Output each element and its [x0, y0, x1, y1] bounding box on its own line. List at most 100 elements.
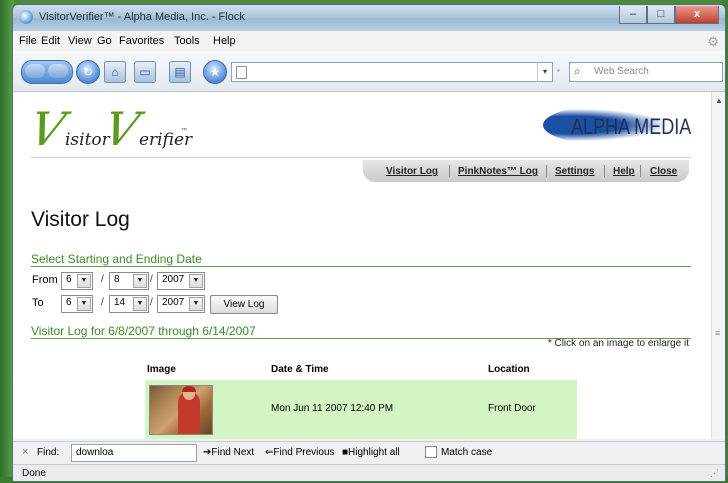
date-separator: / — [150, 274, 153, 285]
menu-edit[interactable]: Edit — [41, 35, 60, 47]
home-icon[interactable]: ⌂ — [104, 61, 126, 83]
find-bar: × Find: downloa ➔Find Next ⇐Find Previou… — [13, 441, 725, 464]
match-case-label: Match case — [441, 447, 493, 458]
to-day-select[interactable]: 14 ▼ — [109, 295, 149, 313]
column-header-datetime: Date & Time — [271, 364, 329, 375]
match-case-checkbox[interactable] — [425, 446, 437, 458]
log-section-title: Visitor Log for 6/8/2007 through 6/14/20… — [31, 324, 256, 338]
browser-window: VisitorVerifier™ - Alpha Media, Inc. - F… — [12, 4, 726, 482]
menu-view[interactable]: View — [68, 35, 92, 47]
vertical-scrollbar[interactable]: ▲ ≡ — [711, 92, 725, 439]
to-label: To — [32, 297, 44, 309]
address-bar[interactable]: ▾ — [231, 62, 553, 82]
menu-tools[interactable]: Tools — [174, 35, 200, 47]
to-month-value: 6 — [66, 297, 72, 308]
to-year-select[interactable]: 2007 ▼ — [157, 295, 205, 313]
menu-go[interactable]: Go — [97, 35, 112, 47]
find-input-value: downloa — [76, 447, 114, 458]
nav-close[interactable]: Close — [650, 166, 677, 177]
from-day-value: 8 — [114, 274, 120, 285]
chevron-down-icon: ▼ — [189, 274, 203, 288]
star-icon[interactable]: ★ — [203, 60, 227, 84]
nav-pinknotes-log[interactable]: PinkNotes™ Log — [458, 166, 538, 177]
to-month-select[interactable]: 6 ▼ — [61, 295, 93, 313]
menu-help[interactable]: Help — [213, 35, 236, 47]
menu-bar: File Edit View Go Favorites Tools Help ⚙ — [13, 31, 725, 51]
find-input[interactable]: downloa — [71, 444, 197, 462]
row-location: Front Door — [488, 403, 536, 414]
alpha-media-logo: ALPHA MEDIA — [543, 104, 703, 146]
gear-icon[interactable]: ⚙ — [707, 34, 719, 50]
view-log-button[interactable]: View Log — [210, 295, 278, 314]
nav-separator — [449, 165, 450, 177]
from-month-select[interactable]: 6 ▼ — [61, 272, 93, 290]
highlight-all-label: Highlight all — [348, 447, 400, 458]
nav-separator — [640, 165, 641, 177]
header-divider — [31, 157, 691, 158]
page-content: V isitor V erifier ™ ALPHA MEDIA Visitor… — [13, 92, 711, 439]
scroll-grip-icon[interactable]: ≡ — [715, 328, 720, 338]
to-year-value: 2007 — [162, 297, 185, 308]
nav-settings[interactable]: Settings — [555, 166, 594, 177]
toolbar-separator: ▪ — [557, 66, 560, 75]
column-header-location: Location — [488, 364, 530, 375]
visitor-cap — [182, 386, 196, 392]
from-month-value: 6 — [66, 274, 72, 285]
date-section-title: Select Starting and Ending Date — [31, 252, 202, 266]
close-window-button[interactable]: x — [675, 6, 719, 24]
to-day-value: 14 — [114, 297, 126, 308]
back-icon[interactable] — [25, 64, 45, 78]
status-text: Done — [22, 468, 46, 479]
site-nav: Visitor Log PinkNotes™ Log Settings Help… — [363, 160, 689, 182]
find-next-button[interactable]: ➔Find Next — [203, 447, 254, 458]
title-bar[interactable]: VisitorVerifier™ - Alpha Media, Inc. - F… — [13, 5, 725, 31]
highlight-all-button[interactable]: ■Highlight all — [342, 447, 400, 458]
status-bar: Done ⋰ — [13, 464, 725, 481]
window-controls: – □ x — [619, 6, 719, 24]
scroll-up-icon[interactable]: ▲ — [715, 96, 723, 105]
nav-separator — [604, 165, 605, 177]
minimize-button[interactable]: – — [619, 6, 647, 24]
logo-trademark: ™ — [181, 128, 187, 134]
find-previous-button[interactable]: ⇐Find Previous — [265, 447, 335, 458]
resize-grip-icon[interactable]: ⋰ — [710, 468, 719, 479]
date-separator: / — [150, 297, 153, 308]
back-forward-buttons — [21, 60, 73, 84]
screen-icon[interactable]: ▭ — [134, 61, 156, 83]
chevron-down-icon: ▼ — [77, 297, 91, 311]
logo-check-v2: V — [99, 102, 144, 156]
find-next-label: Find Next — [211, 447, 255, 458]
nav-help[interactable]: Help — [613, 166, 635, 177]
chevron-down-icon: ▼ — [77, 274, 91, 288]
menu-file[interactable]: File — [19, 35, 37, 47]
web-search-field[interactable]: ⌕ Web Search — [569, 62, 723, 82]
nav-visitor-log[interactable]: Visitor Log — [386, 166, 438, 177]
chevron-down-icon: ▼ — [133, 297, 147, 311]
forward-icon[interactable] — [48, 64, 68, 78]
menu-favorites[interactable]: Favorites — [119, 35, 164, 47]
find-previous-label: Find Previous — [273, 447, 335, 458]
page-title: Visitor Log — [31, 208, 130, 231]
row-datetime: Mon Jun 11 2007 12:40 PM — [271, 403, 394, 414]
search-icon: ⌕ — [574, 64, 581, 78]
window-title: VisitorVerifier™ - Alpha Media, Inc. - F… — [39, 11, 245, 23]
chevron-down-icon: ▼ — [189, 297, 203, 311]
column-header-image: Image — [147, 364, 176, 375]
from-day-select[interactable]: 8 ▼ — [109, 272, 149, 290]
section-divider — [31, 266, 691, 267]
reload-icon[interactable]: ↻ — [76, 60, 100, 84]
feed-icon[interactable]: ▤ — [169, 61, 191, 83]
find-label: Find: — [37, 447, 60, 458]
date-separator: / — [101, 297, 104, 308]
visitor-thumbnail[interactable] — [149, 385, 213, 435]
address-dropdown-button[interactable]: ▾ — [537, 63, 552, 81]
visitor-verifier-logo: V isitor V erifier ™ — [25, 102, 192, 156]
chevron-down-icon: ▼ — [133, 274, 147, 288]
close-icon[interactable]: × — [22, 446, 28, 458]
search-placeholder: Web Search — [594, 66, 649, 77]
maximize-button[interactable]: □ — [647, 6, 675, 24]
alpha-media-text: ALPHA MEDIA — [571, 114, 692, 139]
from-label: From — [32, 274, 58, 286]
from-year-select[interactable]: 2007 ▼ — [157, 272, 205, 290]
nav-separator — [546, 165, 547, 177]
